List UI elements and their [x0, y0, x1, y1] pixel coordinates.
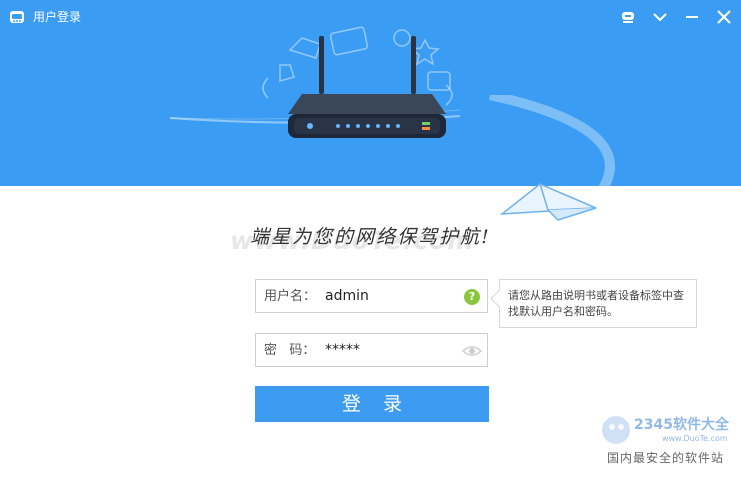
window-title: 用户登录 — [33, 10, 82, 24]
chevron-down-icon — [653, 13, 667, 22]
brand-logo-text: 2345软件大全 — [634, 416, 730, 433]
trail-decoration — [488, 95, 615, 186]
close-button[interactable] — [713, 6, 735, 28]
username-label: 用户名： — [264, 289, 317, 304]
eye-icon[interactable] — [462, 343, 482, 359]
skin-icon — [622, 12, 634, 23]
header-banner: 用户登录 — [0, 0, 741, 186]
brand-slogan: 国内最安全的软件站 — [607, 451, 725, 465]
router-illustration — [169, 26, 461, 138]
credential-hint-tooltip: 请您从路由说明书或者设备标签中查找默认用户名和密码。 — [490, 279, 697, 328]
brand-url-text: www.DuoTe.com — [662, 434, 728, 443]
close-icon — [717, 10, 731, 24]
paper-plane-icon — [500, 183, 597, 221]
brand-logo: 2345软件大全 www.DuoTe.com — [602, 416, 730, 444]
tooltip-text: 请您从路由说明书或者设备标签中查找默认用户名和密码。 — [508, 289, 684, 318]
help-icon[interactable]: ? — [464, 289, 480, 305]
minimize-button[interactable] — [681, 6, 703, 28]
username-input[interactable] — [325, 284, 453, 308]
skin-button[interactable] — [617, 6, 639, 28]
password-field[interactable]: 密 码： — [255, 333, 488, 367]
app-logo-icon — [10, 11, 24, 23]
password-label: 密 码： — [264, 343, 316, 358]
minimize-icon — [686, 16, 698, 18]
password-input[interactable] — [325, 338, 453, 362]
tooltip-arrow — [490, 289, 509, 308]
slogan-text: 端星为您的网络保驾护航! — [250, 226, 491, 248]
username-field[interactable]: 用户名： ? — [255, 279, 488, 313]
login-button[interactable]: 登录 — [255, 386, 489, 422]
menu-dropdown-button[interactable] — [649, 6, 671, 28]
